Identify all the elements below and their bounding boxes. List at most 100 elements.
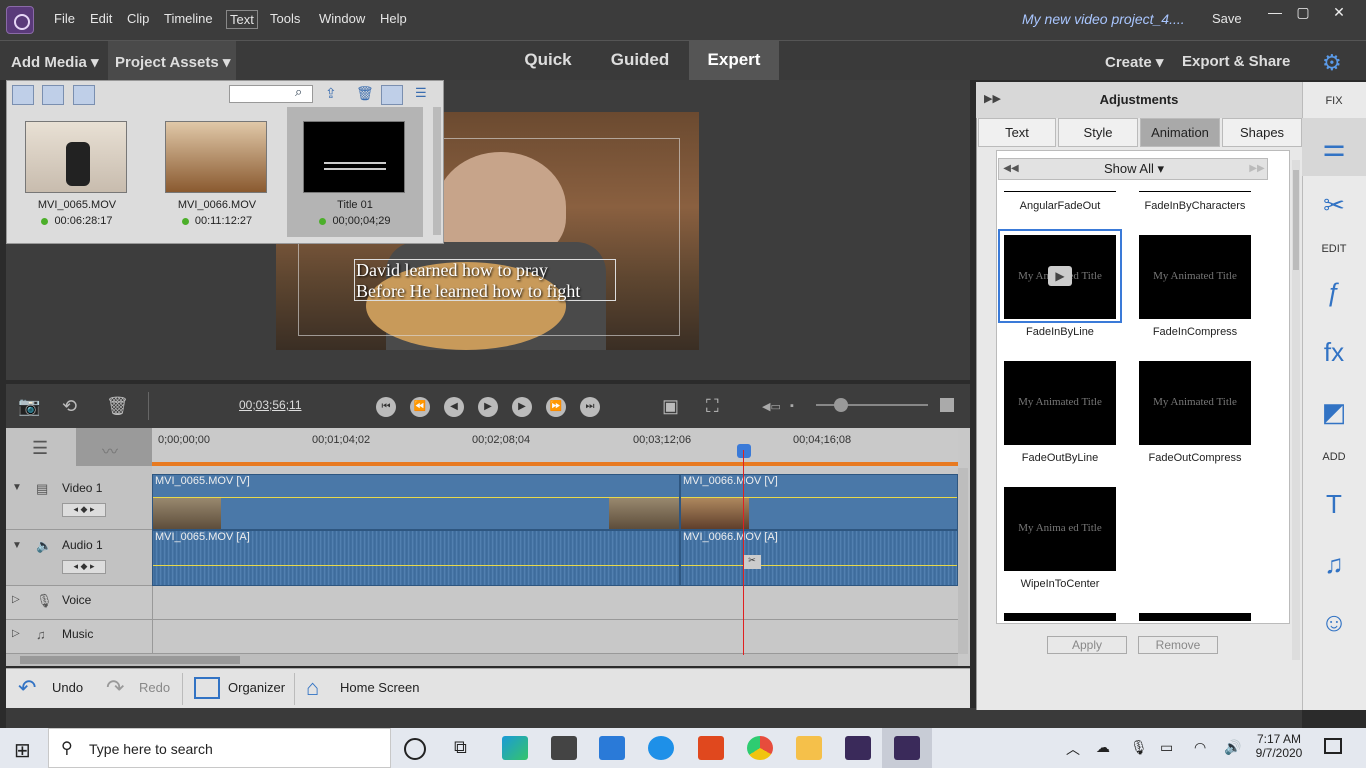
office-icon[interactable]: [698, 736, 724, 760]
menu-clip[interactable]: Clip: [127, 11, 149, 26]
goto-start-icon[interactable]: ⏮: [376, 397, 396, 417]
undo-icon[interactable]: ↶: [18, 675, 36, 701]
redo-button[interactable]: Redo: [139, 680, 170, 695]
add-media-button[interactable]: Add Media ▾: [11, 53, 99, 71]
zoom-in-icon[interactable]: [940, 398, 954, 412]
redo-icon[interactable]: ↷: [106, 675, 124, 701]
edge-icon[interactable]: [502, 736, 528, 760]
menu-window[interactable]: Window: [319, 11, 365, 26]
applied-effects-icon[interactable]: ƒ: [1318, 276, 1350, 308]
zoom-slider[interactable]: [816, 404, 928, 406]
chrome-icon[interactable]: [747, 736, 773, 760]
filter-dropdown[interactable]: Show All ▾: [1023, 160, 1245, 178]
project-assets-button[interactable]: Project Assets ▾: [115, 53, 230, 71]
timeline-ruler[interactable]: 0;00;00;00 00;01;04;02 00;02;08;04 00;03…: [152, 428, 958, 468]
playhead-line[interactable]: [743, 450, 744, 655]
graphics-icon[interactable]: ☺: [1318, 606, 1350, 638]
fit-icon[interactable]: ⛶: [706, 396, 719, 417]
windows-start-icon[interactable]: ⊞: [14, 738, 31, 763]
search-icon[interactable]: ⌕: [295, 84, 302, 100]
expand-icon[interactable]: ▷: [12, 594, 20, 605]
next-edit-icon[interactable]: ⏩: [546, 397, 566, 417]
filter-image-icon[interactable]: [42, 85, 64, 105]
preset-thumbnail[interactable]: My Animated Title: [1004, 361, 1116, 445]
timecode-display[interactable]: 00;03;56;11: [239, 398, 302, 412]
wifi-icon[interactable]: ◠: [1194, 739, 1206, 756]
collapse-icon[interactable]: ▼: [12, 540, 22, 551]
expand-icon[interactable]: ▷: [12, 628, 20, 639]
asset-tile[interactable]: Title 01 00;00;04;29: [287, 107, 423, 237]
create-button[interactable]: Create ▾: [1105, 53, 1163, 71]
collapse-icon[interactable]: ▼: [12, 482, 22, 493]
clip-video[interactable]: MVI_0065.MOV [V]: [152, 474, 680, 530]
audio-waveform-icon[interactable]: 〰: [76, 428, 152, 466]
title-line-2[interactable]: Before He learned how to fight: [356, 281, 580, 302]
notifications-icon[interactable]: [1324, 738, 1342, 754]
step-back-icon[interactable]: ◀: [444, 397, 464, 417]
camera-icon[interactable]: 📷: [18, 396, 40, 417]
clip-video[interactable]: MVI_0066.MOV [V]: [680, 474, 958, 530]
tab-animation[interactable]: Animation: [1140, 118, 1220, 147]
asset-tile[interactable]: MVI_0065.MOV 00:06:28:17: [9, 107, 145, 237]
settings-gear-icon[interactable]: ⚙: [1322, 50, 1342, 76]
trash-icon[interactable]: 🗑: [356, 85, 374, 102]
track-settings-icon[interactable]: ☰: [6, 428, 76, 466]
next-icon[interactable]: ▶▶: [1247, 161, 1267, 177]
tools-icon[interactable]: ✂: [1318, 189, 1350, 221]
tab-expert[interactable]: Expert: [689, 41, 779, 80]
zoom-slider-handle[interactable]: [834, 398, 848, 412]
undo-button[interactable]: Undo: [52, 680, 83, 695]
clip-audio[interactable]: MVI_0065.MOV [A]: [152, 530, 680, 586]
menu-file[interactable]: File: [54, 11, 75, 26]
taskbar-search[interactable]: ⚲ Type here to search: [48, 728, 391, 768]
battery-icon[interactable]: ▭: [1160, 739, 1173, 756]
prev-edit-icon[interactable]: ⏪: [410, 397, 430, 417]
transitions-icon[interactable]: ◩: [1318, 396, 1350, 428]
tab-style[interactable]: Style: [1058, 118, 1138, 147]
play-icon[interactable]: ▶: [478, 397, 498, 417]
title-line-1[interactable]: David learned how to pray: [356, 260, 580, 281]
minimize-icon[interactable]: —: [1264, 4, 1286, 20]
effects-icon[interactable]: fx: [1318, 336, 1350, 368]
organizer-button[interactable]: Organizer: [228, 680, 285, 695]
render-icon[interactable]: ▣: [662, 396, 679, 417]
clip-audio[interactable]: MVI_0066.MOV [A] ✂: [680, 530, 958, 586]
zoom-out-icon[interactable]: ◀▭: [762, 400, 781, 413]
menu-text[interactable]: Text: [226, 10, 258, 29]
organizer-icon[interactable]: [194, 677, 220, 699]
home-screen-button[interactable]: Home Screen: [340, 680, 419, 695]
assets-scrollbar[interactable]: [433, 107, 441, 235]
step-forward-icon[interactable]: ▶: [512, 397, 532, 417]
apply-button[interactable]: Apply: [1047, 636, 1127, 654]
menu-edit[interactable]: Edit: [90, 11, 112, 26]
app-logo-icon[interactable]: [6, 6, 34, 34]
music-icon[interactable]: ♫: [1318, 548, 1350, 580]
onedrive-icon[interactable]: ☁: [1096, 739, 1110, 756]
volume-icon[interactable]: 🔊: [1224, 739, 1241, 756]
goto-end-icon[interactable]: ⏭: [580, 397, 600, 417]
work-area-bar[interactable]: [152, 462, 958, 466]
preset-thumbnail[interactable]: My Animated Title: [1139, 235, 1251, 319]
tab-quick[interactable]: Quick: [510, 41, 586, 80]
asset-tile[interactable]: MVI_0066.MOV 00:11:12:27: [149, 107, 285, 237]
close-icon[interactable]: ✕: [1328, 4, 1350, 20]
prev-icon[interactable]: ◀◀: [1001, 161, 1021, 177]
preset-thumbnail[interactable]: My Animated Title: [1139, 361, 1251, 445]
app-icon[interactable]: [648, 736, 674, 760]
play-preview-icon[interactable]: ▶: [1048, 266, 1072, 286]
home-icon[interactable]: ⌂: [306, 675, 319, 701]
export-share-button[interactable]: Export & Share: [1182, 53, 1290, 70]
rotate-icon[interactable]: ⟲: [62, 396, 77, 417]
preset-thumbnail[interactable]: My Anima ed Title: [1004, 487, 1116, 571]
scissors-icon[interactable]: ✂: [743, 555, 761, 569]
preset-scrollbar[interactable]: [1292, 160, 1300, 660]
menu-help[interactable]: Help: [380, 11, 407, 26]
playhead-handle[interactable]: [737, 444, 751, 458]
cortana-icon[interactable]: [404, 738, 426, 760]
folder-up-icon[interactable]: ⇪: [325, 85, 337, 102]
remove-button[interactable]: Remove: [1138, 636, 1218, 654]
keyframe-nav[interactable]: ◂ ◆ ▸: [62, 503, 106, 517]
tab-text[interactable]: Text: [978, 118, 1056, 147]
tab-guided[interactable]: Guided: [598, 41, 682, 80]
microphone-tray-icon[interactable]: 🎙: [1130, 739, 1148, 756]
